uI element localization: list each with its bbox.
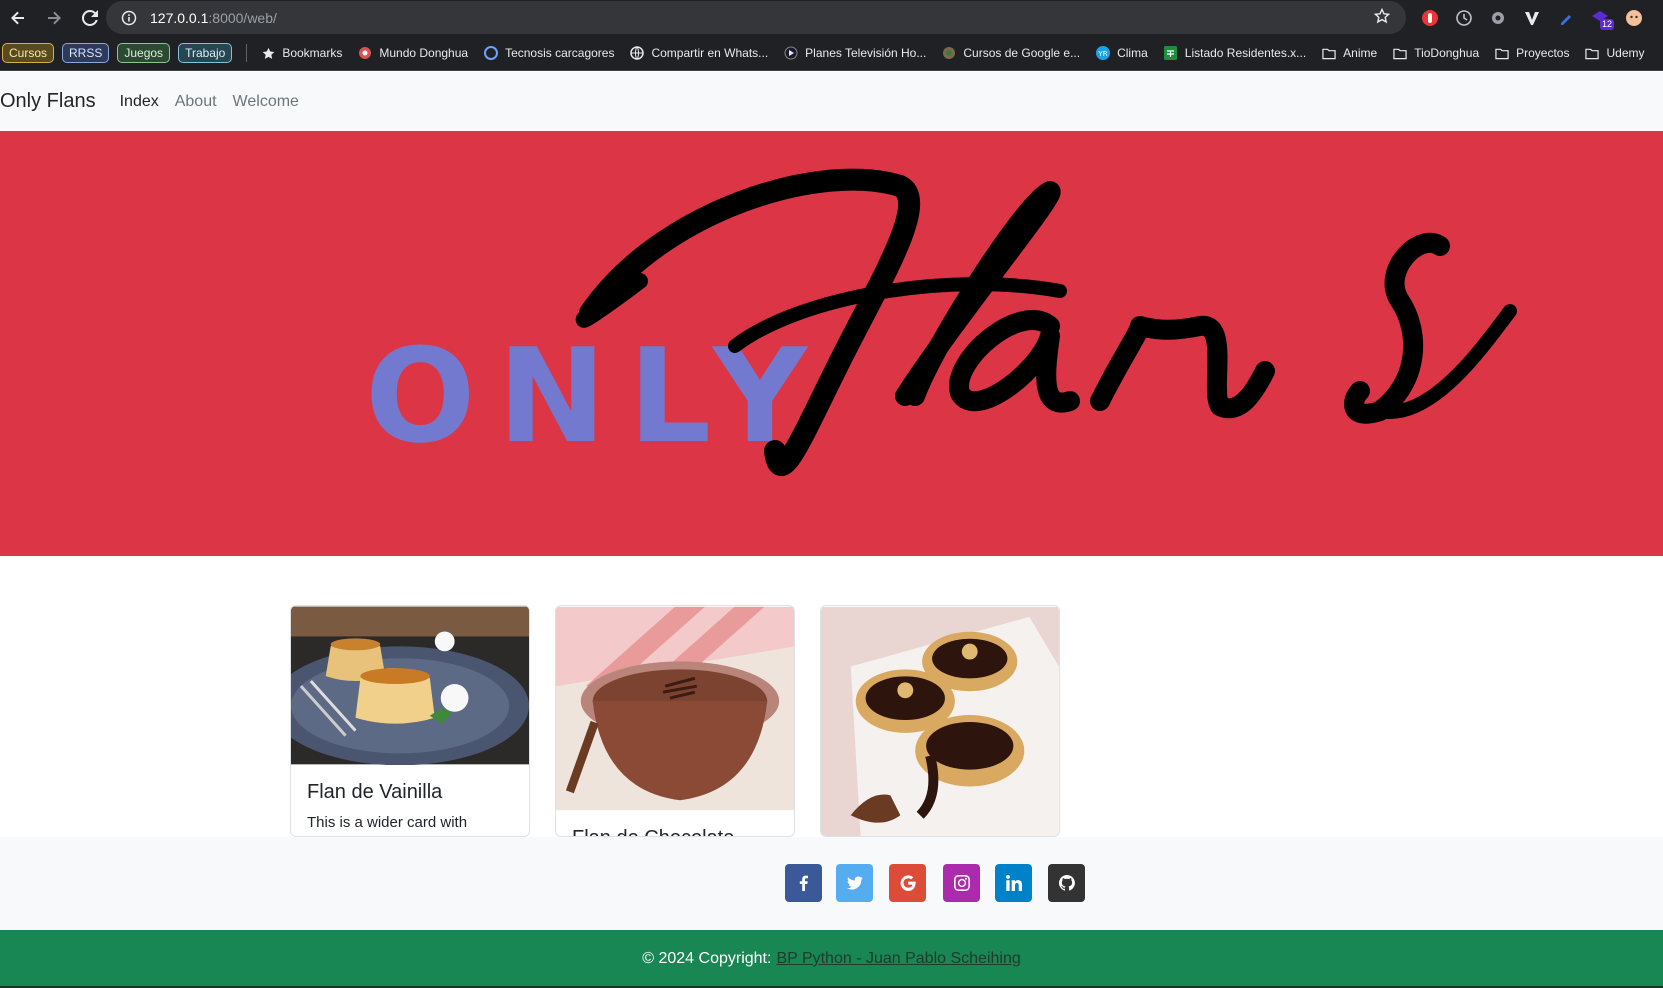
site-info-icon[interactable] bbox=[114, 10, 144, 26]
sheets-icon bbox=[1164, 46, 1178, 60]
twitter-icon bbox=[846, 876, 863, 890]
site-icon bbox=[358, 46, 372, 60]
folder-icon bbox=[1585, 46, 1600, 60]
bookmarks-bar: Cursos RRSS Juegos Trabajo Bookmarks Mun… bbox=[0, 36, 1663, 71]
extension-badge-icon[interactable]: 12 bbox=[1590, 8, 1614, 30]
globe-icon bbox=[630, 46, 645, 60]
bookmark-item[interactable]: Bookmarks bbox=[261, 46, 342, 60]
instagram-button[interactable] bbox=[943, 864, 980, 902]
nav-link-index[interactable]: Index bbox=[120, 93, 159, 111]
bookmark-folder[interactable]: Proyectos bbox=[1495, 46, 1569, 60]
forward-button[interactable] bbox=[36, 0, 72, 36]
card-title: Flan de Chocolate bbox=[572, 827, 778, 836]
reload-icon bbox=[82, 10, 98, 26]
flan-card[interactable]: Flan de Vainilla This is a wider card wi… bbox=[290, 605, 530, 837]
folder-icon bbox=[1495, 46, 1509, 60]
flan-card[interactable] bbox=[820, 605, 1060, 837]
card-title: Flan de Vainilla bbox=[307, 781, 443, 803]
extension-gear-icon[interactable] bbox=[1488, 8, 1508, 28]
folder-icon bbox=[1393, 46, 1407, 60]
google-button[interactable] bbox=[889, 864, 926, 902]
bookmark-folder[interactable]: Udemy bbox=[1585, 46, 1645, 60]
only-flans-logo: ONLY bbox=[365, 168, 1517, 476]
url-path: :8000/web/ bbox=[208, 9, 277, 26]
logo-only-text: ONLY bbox=[365, 320, 829, 472]
chocolate-tarts-image bbox=[821, 606, 1059, 836]
site-icon bbox=[942, 46, 956, 60]
extension-badge-count: 12 bbox=[1599, 19, 1614, 30]
bookmark-chip-trabajo[interactable]: Trabajo bbox=[178, 43, 233, 63]
bookmark-chip-juegos[interactable]: Juegos bbox=[117, 43, 171, 63]
folder-icon bbox=[1322, 46, 1336, 60]
flan-card[interactable]: Flan de Chocolate bbox=[555, 605, 795, 837]
bookmark-item[interactable]: Planes Televisión Ho... bbox=[784, 46, 926, 60]
bookmark-chip-rrss[interactable]: RRSS bbox=[62, 43, 110, 63]
browser-toolbar: 127.0.0.1:8000/web/ 12 bbox=[0, 0, 1663, 36]
play-icon bbox=[784, 46, 798, 60]
extensions-area: 12 bbox=[1420, 0, 1644, 36]
card-text: This is a wider card with bbox=[307, 814, 468, 831]
flan-cards: Flan de Vainilla This is a wider card wi… bbox=[290, 605, 1060, 837]
github-button[interactable] bbox=[1048, 864, 1085, 902]
facebook-button[interactable] bbox=[785, 864, 822, 902]
weather-icon: YR bbox=[1096, 46, 1111, 60]
bookmark-folder[interactable]: TioDonghua bbox=[1393, 46, 1479, 60]
bookmark-star-icon[interactable] bbox=[1373, 7, 1391, 29]
linkedin-icon bbox=[1005, 875, 1022, 891]
bookmarks-separator bbox=[246, 44, 248, 62]
social-footer bbox=[0, 837, 1663, 930]
profile-avatar-icon[interactable] bbox=[1624, 8, 1644, 28]
nav-link-welcome[interactable]: Welcome bbox=[233, 93, 299, 111]
instagram-icon bbox=[953, 875, 970, 891]
github-icon bbox=[1058, 875, 1075, 891]
reload-button[interactable] bbox=[72, 0, 108, 36]
bookmark-folder[interactable]: Anime bbox=[1322, 46, 1377, 60]
copyright-bar: © 2024 Copyright: BP Python - Juan Pablo… bbox=[0, 930, 1663, 988]
nav-link-about[interactable]: About bbox=[175, 93, 217, 111]
forward-arrow-icon bbox=[48, 11, 61, 25]
back-button[interactable] bbox=[0, 0, 36, 36]
hero-banner: ONLY bbox=[0, 131, 1663, 556]
facebook-icon bbox=[799, 875, 808, 891]
address-bar[interactable]: 127.0.0.1:8000/web/ bbox=[106, 1, 1406, 34]
svg-text:YR: YR bbox=[1098, 50, 1108, 58]
bookmark-item[interactable]: Cursos de Google e... bbox=[942, 46, 1080, 60]
flan-vainilla-image bbox=[291, 606, 529, 765]
back-arrow-icon bbox=[11, 11, 24, 25]
twitter-button[interactable] bbox=[836, 864, 873, 902]
bookmark-item[interactable]: Tecnosis carcagores bbox=[484, 46, 614, 60]
linkedin-button[interactable] bbox=[995, 864, 1032, 902]
url-host: 127.0.0.1 bbox=[150, 9, 209, 26]
star-icon bbox=[261, 46, 275, 60]
bookmark-item[interactable]: Mundo Donghua bbox=[358, 46, 468, 60]
extension-pen-icon[interactable] bbox=[1556, 8, 1576, 28]
site-navbar: Only Flans Index About Welcome bbox=[0, 72, 1663, 131]
bookmark-item[interactable]: Compartir en Whats... bbox=[630, 46, 768, 60]
copyright-link[interactable]: BP Python - Juan Pablo Scheihing bbox=[776, 950, 1020, 968]
copyright-text: © 2024 Copyright: bbox=[642, 950, 772, 967]
site-icon bbox=[484, 46, 499, 60]
google-icon bbox=[900, 875, 916, 891]
flan-chocolate-image bbox=[556, 606, 794, 811]
extension-red-icon[interactable] bbox=[1420, 8, 1440, 28]
bookmark-chip-cursos[interactable]: Cursos bbox=[2, 43, 55, 63]
extension-clock-icon[interactable] bbox=[1454, 8, 1474, 28]
extension-v-icon[interactable] bbox=[1522, 8, 1542, 28]
navbar-brand[interactable]: Only Flans bbox=[0, 90, 96, 113]
url-text: 127.0.0.1:8000/web/ bbox=[150, 10, 277, 26]
bookmark-item[interactable]: YR Clima bbox=[1096, 46, 1148, 60]
bookmark-item[interactable]: Listado Residentes.x... bbox=[1164, 46, 1306, 60]
